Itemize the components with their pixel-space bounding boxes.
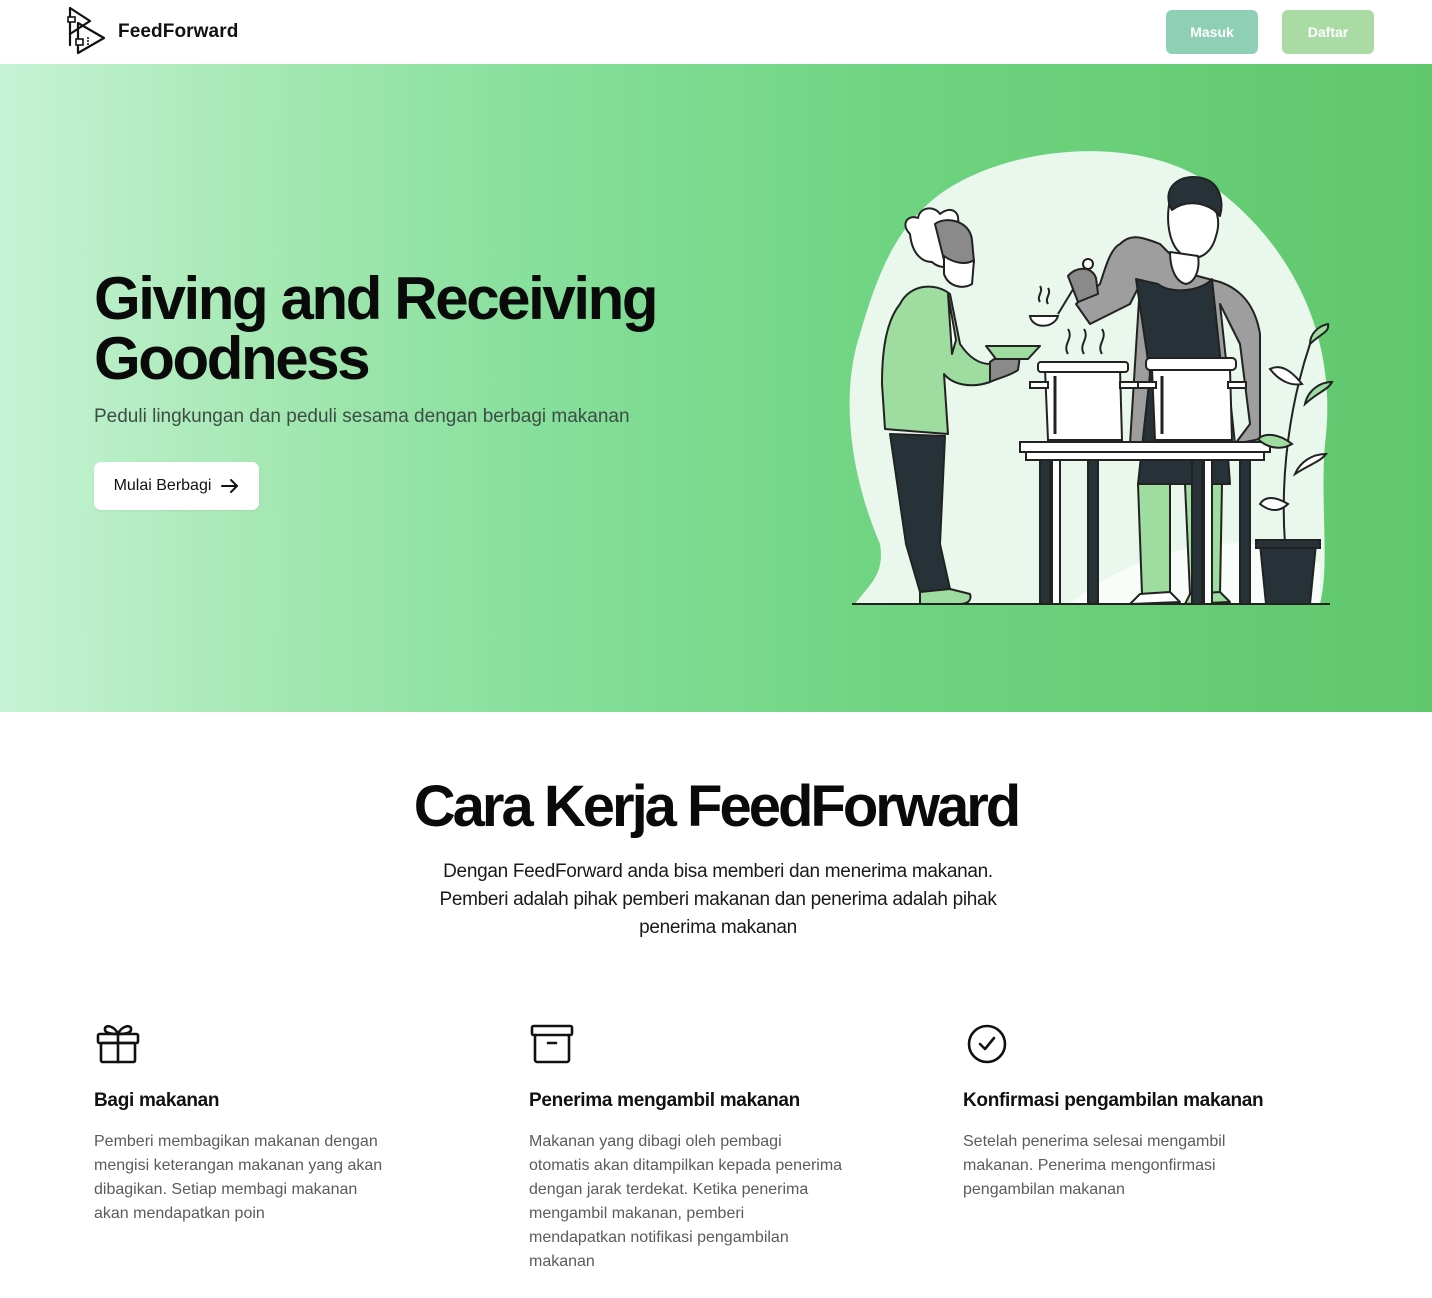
feature-title: Penerima mengambil makanan [529, 1090, 800, 1111]
hero-title: Giving and Receiving Goodness [94, 265, 659, 392]
feedforward-logo-icon[interactable] [66, 5, 108, 59]
login-button[interactable]: Masuk [1166, 10, 1258, 54]
arrow-right-icon [221, 479, 239, 493]
hero-subtitle: Peduli lingkungan dan peduli sesama deng… [94, 406, 630, 427]
archive-box-icon [530, 1024, 574, 1064]
feature-text: Makanan yang dibagi oleh pembagi otomati… [529, 1133, 843, 1270]
register-button[interactable]: Daftar [1282, 10, 1374, 54]
how-it-works-description: Dengan FeedForward anda bisa memberi dan… [439, 861, 997, 938]
gift-icon [96, 1024, 140, 1064]
feature-title: Bagi makanan [94, 1090, 220, 1111]
feature-text: Setelah penerima selesai mengambil makan… [963, 1133, 1226, 1198]
feature-text: Pemberi membagikan makanan dengan mengis… [94, 1133, 383, 1222]
how-it-works-title: Cara Kerja FeedForward [413, 774, 1021, 839]
start-sharing-label: Mulai Berbagi [113, 477, 212, 494]
feature-title: Konfirmasi pengambilan makanan [963, 1090, 1264, 1111]
feature-share-food: Bagi makanan Pemberi membagikan makanan … [94, 1020, 394, 1226]
start-sharing-button[interactable]: Mulai Berbagi [94, 462, 259, 510]
top-navbar: FeedForward Masuk Daftar [0, 0, 1432, 64]
people-sharing-food-illustration [849, 151, 1334, 605]
hero-section: Giving and Receiving Goodness Peduli lin… [0, 64, 1432, 712]
brand-name[interactable]: FeedForward [118, 21, 238, 43]
feature-confirm-pickup: Konfirmasi pengambilan makanan Setelah p… [963, 1020, 1273, 1202]
check-circle-icon [967, 1024, 1007, 1064]
feature-pickup-food: Penerima mengambil makanan Makanan yang … [529, 1020, 844, 1274]
